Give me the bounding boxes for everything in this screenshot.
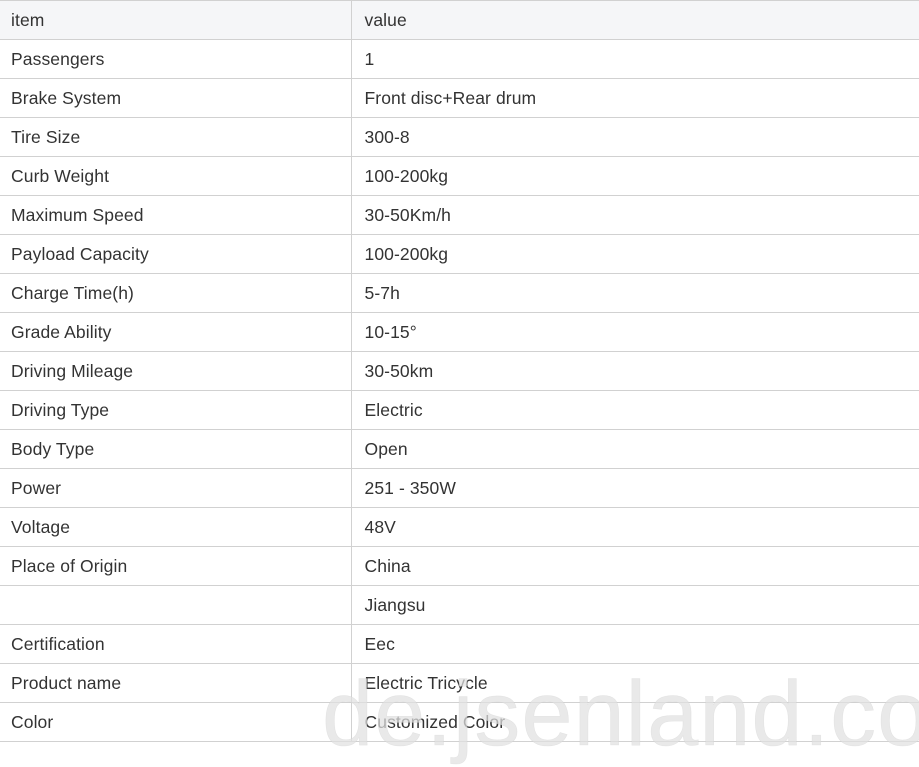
table-row: Jiangsu (0, 585, 919, 625)
value-cell: 30-50km (350, 351, 919, 391)
value-cell: 251 - 350W (350, 468, 919, 508)
item-cell: Driving Mileage (0, 351, 351, 391)
value-cell: Customized Color (350, 702, 919, 742)
value-cell: 5-7h (350, 273, 919, 313)
table-row: Driving Type Electric (0, 390, 919, 430)
value-cell: 1 (350, 39, 919, 79)
table-row: Brake System Front disc+Rear drum (0, 78, 919, 118)
table-row: Maximum Speed 30-50Km/h (0, 195, 919, 235)
table-row: Power 251 - 350W (0, 468, 919, 508)
table-row: Body Type Open (0, 429, 919, 469)
item-cell: Passengers (0, 39, 351, 79)
value-cell: 100-200kg (350, 234, 919, 274)
value-cell: 10-15° (350, 312, 919, 352)
item-cell: Brake System (0, 78, 351, 118)
item-cell: Place of Origin (0, 546, 351, 586)
item-cell: Driving Type (0, 390, 351, 430)
table-row: Tire Size 300-8 (0, 117, 919, 157)
item-cell: Charge Time(h) (0, 273, 351, 313)
value-cell: Jiangsu (350, 585, 919, 625)
table-row: Grade Ability 10-15° (0, 312, 919, 352)
spec-table: item value Passengers 1 Brake System Front … (0, 0, 919, 742)
table-row: Certification Eec (0, 624, 919, 664)
item-cell: Color (0, 702, 351, 742)
column-header-value: value (350, 0, 919, 40)
item-cell: Tire Size (0, 117, 351, 157)
value-cell: Front disc+Rear drum (350, 78, 919, 118)
item-cell: Product name (0, 663, 351, 703)
item-cell: Voltage (0, 507, 351, 547)
item-cell: Certification (0, 624, 351, 664)
item-cell (0, 585, 351, 625)
table-row: Charge Time(h) 5-7h (0, 273, 919, 313)
item-cell: Maximum Speed (0, 195, 351, 235)
table-row: Payload Capacity 100-200kg (0, 234, 919, 274)
item-cell: Power (0, 468, 351, 508)
value-cell: 300-8 (350, 117, 919, 157)
table-row: Driving Mileage 30-50km (0, 351, 919, 391)
value-cell: 100-200kg (350, 156, 919, 196)
value-cell: Eec (350, 624, 919, 664)
value-cell: China (350, 546, 919, 586)
table-header-row: item value (0, 0, 919, 40)
table-row: Passengers 1 (0, 39, 919, 79)
table-row: Color Customized Color (0, 702, 919, 742)
table-row: Place of Origin China (0, 546, 919, 586)
value-cell: Electric Tricycle (350, 663, 919, 703)
item-cell: Grade Ability (0, 312, 351, 352)
value-cell: Electric (350, 390, 919, 430)
value-cell: 30-50Km/h (350, 195, 919, 235)
item-cell: Body Type (0, 429, 351, 469)
item-cell: Payload Capacity (0, 234, 351, 274)
value-cell: 48V (350, 507, 919, 547)
table-body: Passengers 1 Brake System Front disc+Rear d… (0, 39, 919, 742)
column-header-item: item (0, 0, 351, 40)
table-row: Voltage 48V (0, 507, 919, 547)
value-cell: Open (350, 429, 919, 469)
item-cell: Curb Weight (0, 156, 351, 196)
table-row: Product name Electric Tricycle (0, 663, 919, 703)
table-row: Curb Weight 100-200kg (0, 156, 919, 196)
